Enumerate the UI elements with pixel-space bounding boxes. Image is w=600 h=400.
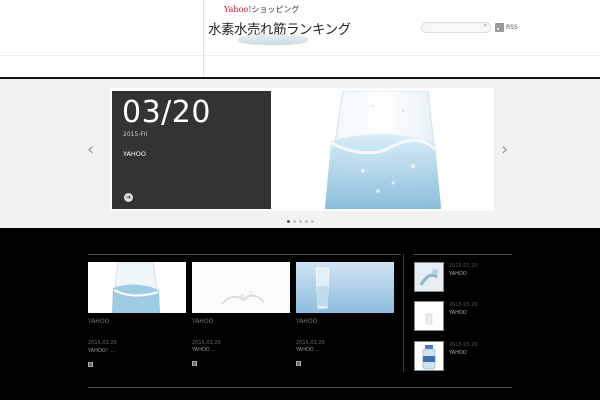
sidebar-post-title[interactable]: YAHOO — [449, 350, 467, 356]
rss-icon[interactable] — [495, 23, 504, 32]
slider-dot[interactable] — [299, 220, 302, 223]
post-date: 2015.03.20 — [88, 340, 117, 346]
slide-day: 2015-Fri — [123, 131, 148, 138]
post-date: 2015.03.20 — [296, 340, 325, 346]
slider-dot[interactable] — [287, 220, 290, 223]
sidebar-post-date: 2015.03.20 — [449, 342, 478, 348]
sidebar-post-date: 2015.03.20 — [449, 302, 478, 308]
post-excerpt: YAHOO！... — [88, 348, 116, 354]
sidebar-post[interactable]: 2015.03.20 YAHOO — [414, 301, 509, 331]
post-thumbnail[interactable] — [88, 262, 186, 313]
post-card[interactable]: YAHOO 2015.03.20 YAHOO ... — [296, 262, 394, 366]
slider-dot[interactable] — [293, 220, 296, 223]
sidebar-thumbnail[interactable] — [414, 301, 444, 331]
comment-icon[interactable] — [192, 361, 197, 366]
slider-pagination — [287, 220, 314, 224]
sidebar-post-date: 2015.03.20 — [449, 263, 478, 269]
sidebar-thumbnail[interactable] — [414, 262, 444, 292]
comment-icon[interactable] — [88, 362, 93, 367]
post-card[interactable]: YAHOO 2015.03.20 YAHOO ... — [192, 262, 290, 366]
slider-next-icon[interactable]: › — [501, 141, 508, 159]
post-excerpt: YAHOO ... — [192, 347, 217, 353]
comment-icon[interactable] — [296, 361, 301, 366]
logo-glass-image — [238, 34, 308, 45]
slide-title[interactable]: YAHOO — [123, 150, 146, 158]
post-thumbnail[interactable] — [296, 262, 394, 313]
slider-dot[interactable] — [311, 220, 314, 223]
sidebar-divider-top — [413, 254, 512, 255]
slider-prev-icon[interactable]: ‹ — [87, 141, 94, 159]
sidebar-post-title[interactable]: YAHOO — [449, 271, 467, 277]
post-title[interactable]: YAHOO — [296, 318, 394, 327]
sidebar-thumbnail[interactable] — [414, 341, 444, 371]
slide-caption-panel[interactable]: 03/20 2015-Fri YAHOO ➜ — [112, 91, 271, 209]
slider-dot[interactable] — [305, 220, 308, 223]
header-vertical-divider — [203, 0, 204, 77]
logo-tagline: Yahoo!ショッピング — [224, 5, 300, 14]
post-title[interactable]: YAHOO — [88, 318, 186, 327]
post-thumbnail[interactable] — [192, 262, 290, 313]
post-card[interactable]: YAHOO 2015.03.20 YAHOO！... — [88, 262, 186, 367]
post-date: 2015.03.20 — [192, 340, 221, 346]
section-divider-bottom — [88, 387, 512, 388]
rss-link[interactable]: RSS — [506, 24, 518, 31]
slide-image[interactable] — [273, 91, 492, 209]
search-input[interactable]: » — [421, 22, 491, 33]
arrow-right-circle-icon[interactable]: ➜ — [124, 193, 133, 202]
sidebar-vertical-divider — [403, 254, 404, 372]
slide-date: 03/20 — [122, 95, 211, 130]
section-divider-top — [88, 254, 401, 255]
post-excerpt: YAHOO ... — [296, 347, 321, 353]
sidebar-post[interactable]: 2015.03.20 YAHOO — [414, 262, 509, 292]
site-logo[interactable]: Yahoo!ショッピング 水素水売れ筋ランキング — [208, 4, 351, 46]
header-divider — [0, 55, 600, 56]
sidebar-post-title[interactable]: YAHOO — [449, 310, 467, 316]
site-header: Yahoo!ショッピング 水素水売れ筋ランキング » RSS — [0, 0, 600, 56]
search-submit-icon[interactable]: » — [483, 22, 487, 29]
post-title[interactable]: YAHOO — [192, 318, 290, 327]
sidebar-post[interactable]: 2015.03.20 YAHOO — [414, 341, 509, 371]
